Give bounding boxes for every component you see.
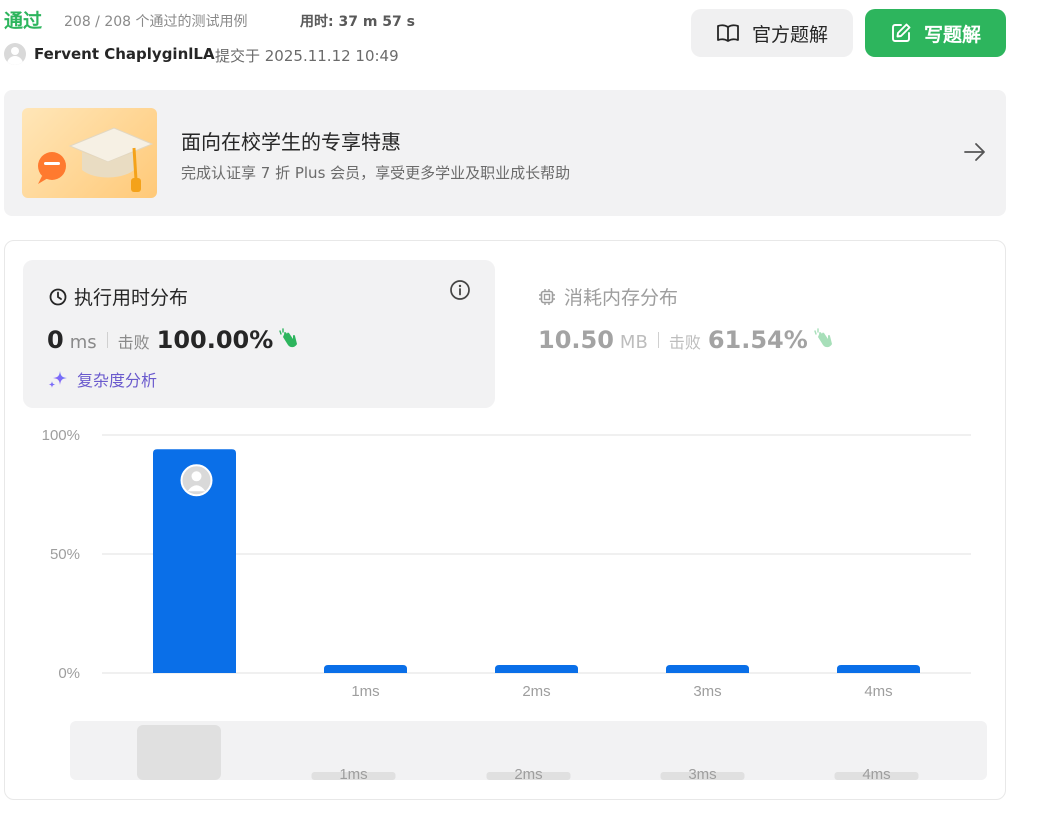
x-tick-label: 3ms <box>693 683 721 700</box>
overview-tick-label: 2ms <box>514 766 542 783</box>
chart-bar[interactable] <box>666 665 749 673</box>
y-tick-label: 100% <box>42 427 80 444</box>
avatar-head <box>191 471 202 482</box>
runtime-distribution-chart[interactable]: 0% 50% 100% 1ms 2ms 3ms 4ms 1ms 2ms 3ms 4ms <box>0 0 1050 822</box>
overview-tick-label: 1ms <box>339 766 367 783</box>
chart-bar[interactable] <box>324 665 407 673</box>
y-tick-label: 0% <box>58 665 80 682</box>
overview-tick-label: 3ms <box>688 766 716 783</box>
y-tick-label: 50% <box>50 546 80 563</box>
chart-bar[interactable] <box>837 665 920 673</box>
x-tick-label: 1ms <box>351 683 379 700</box>
x-tick-label: 2ms <box>522 683 550 700</box>
overview-bar <box>137 725 221 780</box>
chart-bar[interactable] <box>495 665 578 673</box>
x-tick-label: 4ms <box>864 683 892 700</box>
overview-tick-label: 4ms <box>862 766 890 783</box>
